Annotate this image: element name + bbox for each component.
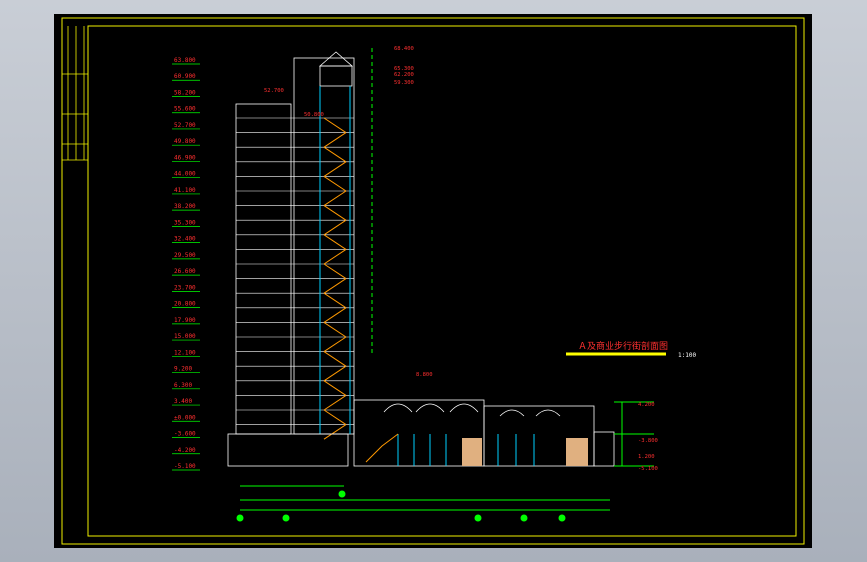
elevation-label: 17.900 — [174, 317, 196, 324]
podium-wall-fill-right — [566, 438, 588, 466]
stair-flight — [323, 263, 347, 280]
podium-wall-fill — [462, 438, 482, 466]
elevation-label: 52.700 — [264, 88, 284, 94]
stair-flight — [323, 219, 347, 236]
elevation-label: 32.400 — [174, 236, 196, 243]
stair-flight — [323, 394, 347, 411]
stair-flight — [323, 278, 347, 294]
elevation-label: 15.000 — [174, 333, 196, 340]
stair-flight — [323, 146, 347, 163]
stair-flight — [323, 234, 347, 250]
elevation-label: -5.100 — [638, 466, 658, 472]
stair-flight — [323, 409, 347, 426]
elevation-label: -3.600 — [174, 431, 196, 438]
elevation-label: 55.600 — [174, 106, 196, 113]
stair-flight — [323, 190, 347, 207]
stair-flight — [323, 380, 347, 396]
elevation-label: 49.800 — [174, 138, 196, 145]
podium-stair — [365, 433, 399, 463]
inner-frame — [87, 25, 797, 537]
stair-flight — [323, 175, 347, 192]
elevation-label: 6.300 — [174, 382, 192, 389]
right-elevation-labels: 4.200 -3.800 1.200 -5.100 — [638, 402, 658, 472]
mid-elevation-labels: 52.700 50.800 8.800 — [264, 88, 433, 378]
floor-slabs — [236, 117, 354, 425]
stair-flight — [323, 365, 347, 382]
elevation-label: 63.800 — [174, 57, 196, 64]
elevation-label: -5.100 — [174, 463, 196, 470]
tower-roof-peak — [318, 51, 354, 67]
elevation-label: 41.100 — [174, 187, 196, 194]
stair-flight — [323, 117, 347, 134]
top-elevation-labels: 68.40065.30062.20059.300 — [394, 46, 414, 86]
elevation-label: -4.200 — [174, 447, 196, 454]
drawing-title: Ａ及商业步行街剖面图 — [578, 340, 668, 352]
stair-flight — [323, 248, 347, 265]
elevation-label: 8.800 — [416, 372, 433, 378]
tower-section — [235, 57, 355, 435]
elevation-label: 38.200 — [174, 203, 196, 210]
elevation-label: 12.100 — [174, 349, 196, 356]
elevation-label: 68.400 — [394, 46, 414, 52]
stair-flight — [323, 161, 347, 177]
elevation-label: 58.200 — [174, 89, 196, 96]
elevation-label: 50.800 — [304, 112, 324, 118]
drawing-scale: 1:100 — [678, 352, 696, 359]
elevation-label: 20.800 — [174, 301, 196, 308]
elevation-label: 62.200 — [394, 72, 414, 78]
stair-flight — [323, 336, 347, 353]
elevation-label: -3.800 — [638, 438, 658, 444]
elevation-label: 23.700 — [174, 284, 196, 291]
elevation-label: 44.000 — [174, 171, 196, 178]
elevation-label: 9.200 — [174, 366, 192, 373]
elevation-label: 46.900 — [174, 154, 196, 161]
elevation-label: 52.700 — [174, 122, 196, 129]
elevation-label: 35.300 — [174, 219, 196, 226]
stair-flight — [323, 307, 347, 323]
section-drawing: 63.800 60.900 58.200 55.600 52.700 49.800 46.9… — [61, 17, 805, 545]
bottom-dimension-lines — [236, 485, 610, 522]
stair-flight — [323, 205, 347, 221]
stair-flight — [323, 292, 347, 309]
elevation-label: 26.600 — [174, 268, 196, 275]
stair-flight — [323, 321, 347, 338]
cad-drawing-viewport[interactable]: 63.800 60.900 58.200 55.600 52.700 49.800 46.9… — [54, 14, 812, 548]
stair-flight — [323, 351, 347, 367]
stair-flight — [323, 424, 347, 440]
elevation-label: 3.400 — [174, 398, 192, 405]
elevation-label: 4.200 — [638, 402, 655, 408]
elevation-label: 60.900 — [174, 73, 196, 80]
title-block-strip — [62, 26, 88, 161]
elevation-label: 1.200 — [638, 454, 655, 460]
elevation-label: 29.500 — [174, 252, 196, 259]
stair-flight — [323, 132, 347, 148]
elevation-label: 59.300 — [394, 80, 414, 86]
left-elevation-column: 63.800 60.900 58.200 55.600 52.700 49.800 46.9… — [172, 57, 200, 471]
elevation-label: ±0.000 — [174, 414, 196, 421]
